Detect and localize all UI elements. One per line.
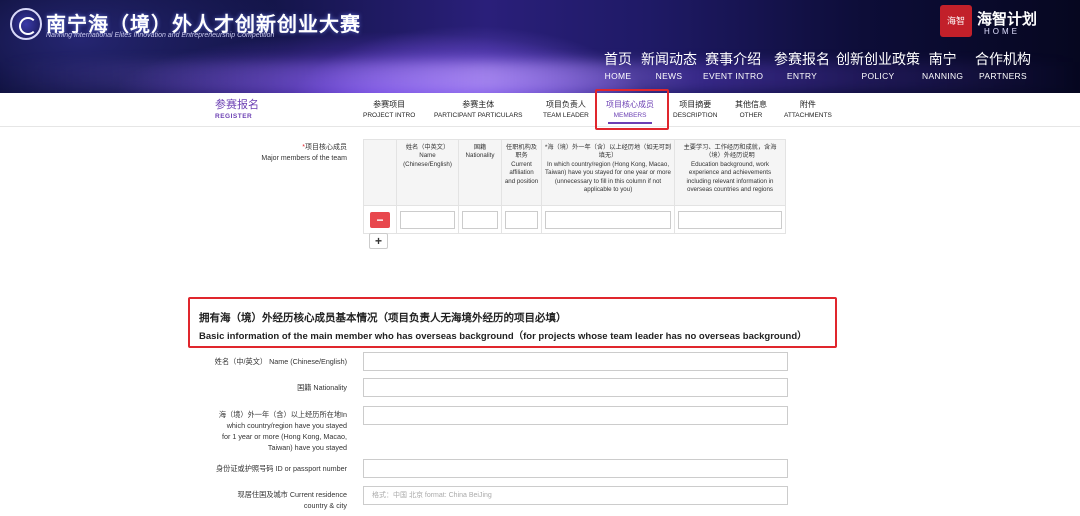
step-project-intro[interactable]: 参赛项目 PROJECT INTRO <box>363 100 415 120</box>
brand-home-link[interactable]: HOME <box>984 27 1020 36</box>
members-table-header: 姓名（中英文） Name (Chinese/English) 国籍 National… <box>363 139 786 206</box>
column-header-affiliation: 任职机构及职务 Current affiliation and position <box>501 139 542 206</box>
step-label-en: TEAM LEADER <box>543 112 589 119</box>
nav-entry[interactable]: 参赛报名 ENTRY <box>774 50 830 82</box>
nav-partners[interactable]: 合作机构 PARTNERS <box>975 50 1031 82</box>
nav-label-en: NANNING <box>922 71 964 81</box>
experience-cell <box>674 205 786 234</box>
nav-news[interactable]: 新闻动态 NEWS <box>641 50 697 82</box>
member-affiliation-input[interactable] <box>505 210 538 229</box>
nav-label-cn: 合作机构 <box>975 51 1031 67</box>
nav-label-cn: 新闻动态 <box>641 51 697 67</box>
nav-label-en: HOME <box>604 71 632 81</box>
nav-label-cn: 参赛报名 <box>774 51 830 67</box>
row-action-cell: − <box>363 205 397 234</box>
column-header-experience: 主要学习、工作经历和成就，含海（境）外经历说明 Education backgro… <box>674 139 786 206</box>
residence-input[interactable] <box>363 486 788 505</box>
id-passport-input[interactable] <box>363 459 788 478</box>
step-other[interactable]: 其他信息 OTHER <box>735 100 767 120</box>
register-heading-en: REGISTER <box>215 113 253 120</box>
member-experience-input[interactable] <box>678 210 782 229</box>
overseas-nationality-input[interactable] <box>363 378 788 397</box>
nav-label-en: EVENT INTRO <box>703 71 764 81</box>
step-label-en: OTHER <box>739 112 763 119</box>
members-table: 姓名（中英文） Name (Chinese/English) 国籍 National… <box>363 139 786 234</box>
step-label-en: ATTACHMENTS <box>784 112 832 119</box>
nav-nanning[interactable]: 南宁 NANNING <box>922 50 963 82</box>
field-label-residence: 现居住国及城市 Current residence country & city <box>237 490 347 510</box>
step-label-cn: 参赛项目 <box>373 100 406 109</box>
step-label-cn: 项目核心成员 <box>606 100 654 109</box>
nav-label-en: ENTRY <box>786 71 818 81</box>
member-name-input[interactable] <box>400 210 455 229</box>
active-step-underline <box>608 122 652 124</box>
affiliation-cell <box>501 205 542 234</box>
add-row-button[interactable]: + <box>369 233 388 249</box>
competition-logo-icon[interactable] <box>10 8 42 40</box>
nav-policy[interactable]: 创新创业政策 POLICY <box>836 50 920 82</box>
step-description[interactable]: 项目摘要 DESCRIPTION <box>673 100 717 120</box>
nav-label-cn: 首页 <box>604 51 632 67</box>
nav-label-en: NEWS <box>655 71 683 81</box>
step-label-en: DESCRIPTION <box>673 112 718 119</box>
header-banner: 南宁海（境）外人才创新创业大赛 Nanning International El… <box>0 0 1080 93</box>
name-cell <box>396 205 459 234</box>
field-label-name: 姓名（中/英文） Name (Chinese/English) <box>214 357 347 366</box>
step-label-cn: 附件 <box>799 100 816 109</box>
overseas-location-cell <box>541 205 675 234</box>
overseas-location-input[interactable] <box>363 406 788 425</box>
column-header-action <box>363 139 397 206</box>
nav-label-cn: 赛事介绍 <box>705 51 762 67</box>
field-label-overseas-location: 海（境）外一年（含）以上经历所在地In which country/region… <box>218 410 347 452</box>
step-label-cn: 其他信息 <box>735 100 767 109</box>
nav-label-cn: 南宁 <box>928 51 957 67</box>
column-header-nationality: 国籍 Nationality <box>458 139 502 206</box>
register-heading: 参赛报名 REGISTER <box>215 99 259 121</box>
register-heading-cn: 参赛报名 <box>215 99 259 111</box>
overseas-section-title-cn: 拥有海（境）外经历核心成员基本情况（项目负责人无海境外经历的项目必填） <box>199 312 567 324</box>
field-label-id-number: 身份证或护照号码 ID or passport number <box>215 464 347 473</box>
step-label-en: PARTICIPANT PARTICULARS <box>434 112 523 119</box>
brand-seal-icon: 海智 <box>940 5 972 37</box>
remove-row-button[interactable]: − <box>370 211 390 228</box>
step-label-cn: 项目摘要 <box>679 100 712 109</box>
nav-label-en: PARTNERS <box>979 71 1027 81</box>
column-header-name: 姓名（中英文） Name (Chinese/English) <box>396 139 459 206</box>
members-label: *项目核心成员 Major members of the team <box>261 142 347 164</box>
field-label-nationality: 国籍 Nationality <box>297 383 347 392</box>
table-row: − <box>363 205 786 234</box>
nav-label-cn: 创新创业政策 <box>836 51 920 67</box>
step-attachments[interactable]: 附件 ATTACHMENTS <box>784 100 832 120</box>
step-participant-particulars[interactable]: 参赛主体 PARTICIPANT PARTICULARS <box>434 100 523 120</box>
overseas-section-title-en: Basic information of the main member who… <box>199 331 807 342</box>
column-header-overseas-location: *海（境）外一年（含）以上经历地（如无可到填无） In which country… <box>541 139 675 206</box>
step-team-leader[interactable]: 项目负责人 TEAM LEADER <box>543 100 589 120</box>
competition-subtitle: Nanning International Elites Innovation … <box>46 32 275 39</box>
nav-home[interactable]: 首页 HOME <box>604 50 632 82</box>
main-nav: 首页 HOME 新闻动态 NEWS 赛事介绍 EVENT INTRO 参赛报名 … <box>0 50 1080 90</box>
step-label-cn: 参赛主体 <box>462 100 495 109</box>
member-nationality-input[interactable] <box>462 210 498 229</box>
member-overseas-location-input[interactable] <box>545 210 671 229</box>
step-members[interactable]: 项目核心成员 MEMBERS <box>606 100 654 124</box>
registration-steps: 参赛报名 REGISTER 参赛项目 PROJECT INTRO 参赛主体 PA… <box>0 93 1080 127</box>
step-label-cn: 项目负责人 <box>545 100 586 109</box>
nav-label-en: POLICY <box>861 71 895 81</box>
nationality-cell <box>458 205 502 234</box>
nav-event-intro[interactable]: 赛事介绍 EVENT INTRO <box>703 50 763 82</box>
brand-name[interactable]: 海智计划 <box>977 8 1037 29</box>
step-label-en: PROJECT INTRO <box>363 112 416 119</box>
members-label-en: Major members of the team <box>261 155 347 162</box>
overseas-name-input[interactable] <box>363 352 788 371</box>
members-label-cn: 项目核心成员 <box>305 144 347 151</box>
step-label-en: MEMBERS <box>613 112 647 119</box>
